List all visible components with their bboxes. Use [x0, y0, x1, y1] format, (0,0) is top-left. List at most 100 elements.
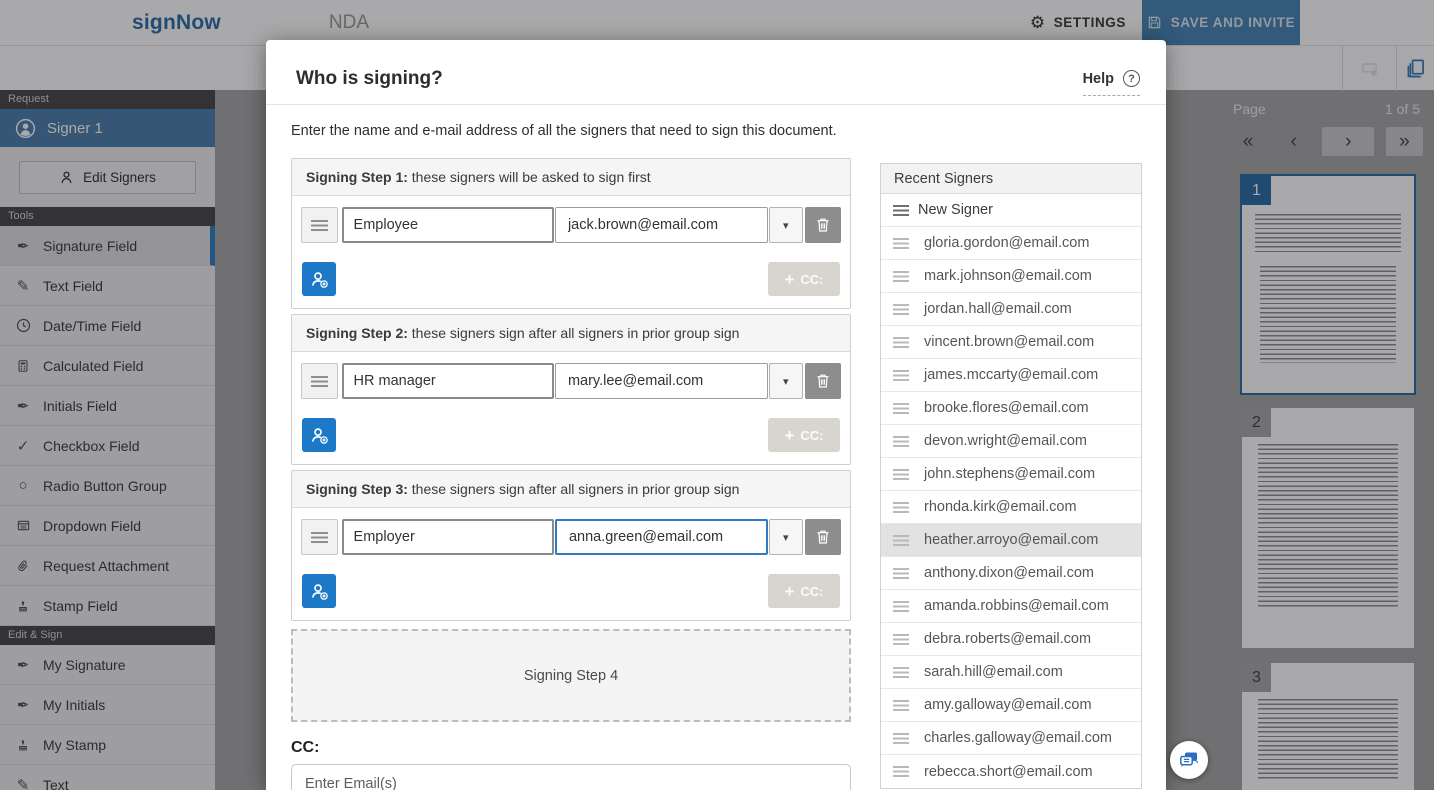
cc-button-label: CC: — [800, 272, 823, 287]
signer-row: ▾ — [301, 519, 841, 555]
signing-step-4-dropzone[interactable]: Signing Step 4 — [291, 629, 851, 722]
drag-handle[interactable] — [301, 207, 338, 243]
step-title: Signing Step 1: — [306, 169, 408, 185]
recent-signers-panel: Recent Signers New Signergloria.gordon@e… — [880, 163, 1142, 789]
add-signer-button[interactable] — [302, 418, 336, 452]
help-label: Help — [1083, 71, 1114, 87]
step-subtitle: these signers sign after all signers in … — [412, 481, 740, 497]
recent-signer-label: rhonda.kirk@email.com — [924, 499, 1077, 515]
recent-signer-row[interactable]: sarah.hill@email.com — [881, 656, 1141, 689]
recent-signer-row[interactable]: amanda.robbins@email.com — [881, 590, 1141, 623]
drag-handle-icon — [311, 376, 328, 387]
recent-signer-label: amanda.robbins@email.com — [924, 598, 1109, 614]
help-question-icon: ? — [1123, 70, 1140, 87]
chat-button[interactable] — [1170, 741, 1208, 779]
recent-signer-row[interactable]: amy.galloway@email.com — [881, 689, 1141, 722]
drag-handle-icon — [311, 220, 328, 231]
add-signer-button[interactable] — [302, 574, 336, 608]
recent-signer-row[interactable]: john.stephens@email.com — [881, 458, 1141, 491]
drag-handle-icon — [893, 601, 909, 612]
recent-signers-header: Recent Signers — [881, 164, 1141, 194]
drag-handle-icon — [311, 532, 328, 543]
recent-signer-row[interactable]: jordan.hall@email.com — [881, 293, 1141, 326]
signing-step-3: Signing Step 3: these signers sign after… — [291, 470, 851, 621]
recent-signer-label: rebecca.short@email.com — [924, 764, 1093, 780]
drag-handle-icon — [893, 502, 909, 513]
recent-signer-label: sarah.hill@email.com — [924, 664, 1063, 680]
recent-signer-label: amy.galloway@email.com — [924, 697, 1092, 713]
recent-signer-label: heather.arroyo@email.com — [924, 532, 1098, 548]
drag-handle-icon — [893, 403, 909, 414]
signer-email-input-focused[interactable] — [555, 519, 768, 555]
recent-signer-label: jordan.hall@email.com — [924, 301, 1072, 317]
recent-signer-row[interactable]: heather.arroyo@email.com — [881, 524, 1141, 557]
drag-handle-icon — [893, 535, 909, 546]
drag-handle-icon — [893, 205, 909, 216]
drag-handle-icon — [893, 304, 909, 315]
email-dropdown-button[interactable]: ▾ — [769, 207, 803, 243]
recent-signer-row[interactable]: anthony.dixon@email.com — [881, 557, 1141, 590]
drag-handle-icon — [893, 337, 909, 348]
drag-handle-icon — [893, 700, 909, 711]
trash-icon — [816, 529, 830, 545]
signer-row: ▾ — [301, 363, 841, 399]
recent-signer-row[interactable]: vincent.brown@email.com — [881, 326, 1141, 359]
add-cc-button[interactable]: + CC: — [768, 418, 840, 452]
recent-signer-row-new[interactable]: New Signer — [881, 194, 1141, 227]
recent-signer-row[interactable]: gloria.gordon@email.com — [881, 227, 1141, 260]
signer-role-input[interactable] — [342, 207, 554, 243]
add-cc-button[interactable]: + CC: — [768, 574, 840, 608]
add-person-icon — [309, 269, 330, 290]
signer-email-input[interactable] — [555, 207, 768, 243]
signer-role-input[interactable] — [342, 363, 554, 399]
recent-signer-row[interactable]: debra.roberts@email.com — [881, 623, 1141, 656]
signer-email-input[interactable] — [555, 363, 768, 399]
recent-signer-label: anthony.dixon@email.com — [924, 565, 1094, 581]
delete-signer-button[interactable] — [805, 207, 842, 243]
recent-signer-row[interactable]: mark.johnson@email.com — [881, 260, 1141, 293]
modal-divider — [266, 104, 1166, 105]
email-dropdown-button[interactable]: ▾ — [769, 519, 803, 555]
recent-signer-label: devon.wright@email.com — [924, 433, 1087, 449]
drag-handle-icon — [893, 568, 909, 579]
email-dropdown-button[interactable]: ▾ — [769, 363, 803, 399]
drag-handle-icon — [893, 370, 909, 381]
help-link[interactable]: Help ? — [1083, 70, 1140, 96]
signing-step-3-header: Signing Step 3: these signers sign after… — [292, 471, 850, 508]
recent-signer-row[interactable]: devon.wright@email.com — [881, 425, 1141, 458]
drag-handle-icon — [893, 238, 909, 249]
delete-signer-button[interactable] — [805, 519, 842, 555]
delete-signer-button[interactable] — [805, 363, 842, 399]
modal-title: Who is signing? — [296, 68, 443, 90]
recent-signer-row[interactable]: rhonda.kirk@email.com — [881, 491, 1141, 524]
drag-handle-icon — [893, 469, 909, 480]
drag-handle-icon — [893, 271, 909, 282]
plus-icon: + — [784, 583, 794, 600]
app-root: signNow NDA ⚙ SETTINGS SAVE AND INVITE R… — [0, 0, 1434, 790]
drag-handle[interactable] — [301, 519, 338, 555]
recent-signer-label: charles.galloway@email.com — [924, 730, 1112, 746]
cc-button-label: CC: — [800, 428, 823, 443]
drag-handle-icon — [893, 436, 909, 447]
recent-signer-row[interactable]: brooke.flores@email.com — [881, 392, 1141, 425]
add-signer-button[interactable] — [302, 262, 336, 296]
cc-emails-input[interactable] — [291, 764, 851, 790]
step-subtitle: these signers sign after all signers in … — [412, 325, 740, 341]
add-person-icon — [309, 425, 330, 446]
signing-step-2-header: Signing Step 2: these signers sign after… — [292, 315, 850, 352]
cc-label: CC: — [291, 739, 851, 757]
recent-signer-row[interactable]: rebecca.short@email.com — [881, 755, 1141, 788]
recent-signer-label: james.mccarty@email.com — [924, 367, 1098, 383]
add-cc-button[interactable]: + CC: — [768, 262, 840, 296]
signer-role-input[interactable] — [342, 519, 554, 555]
recent-signer-row[interactable]: james.mccarty@email.com — [881, 359, 1141, 392]
drag-handle[interactable] — [301, 363, 338, 399]
step-title: Signing Step 2: — [306, 325, 408, 341]
recent-signer-label: vincent.brown@email.com — [924, 334, 1094, 350]
step-subtitle: these signers will be asked to sign firs… — [412, 169, 651, 185]
recent-signer-row[interactable]: charles.galloway@email.com — [881, 722, 1141, 755]
drag-handle-icon — [893, 667, 909, 678]
modal-description: Enter the name and e-mail address of all… — [291, 123, 837, 139]
signing-steps-column: Signing Step 1: these signers will be as… — [291, 158, 851, 790]
recent-signers-list: New Signergloria.gordon@email.commark.jo… — [881, 194, 1141, 788]
